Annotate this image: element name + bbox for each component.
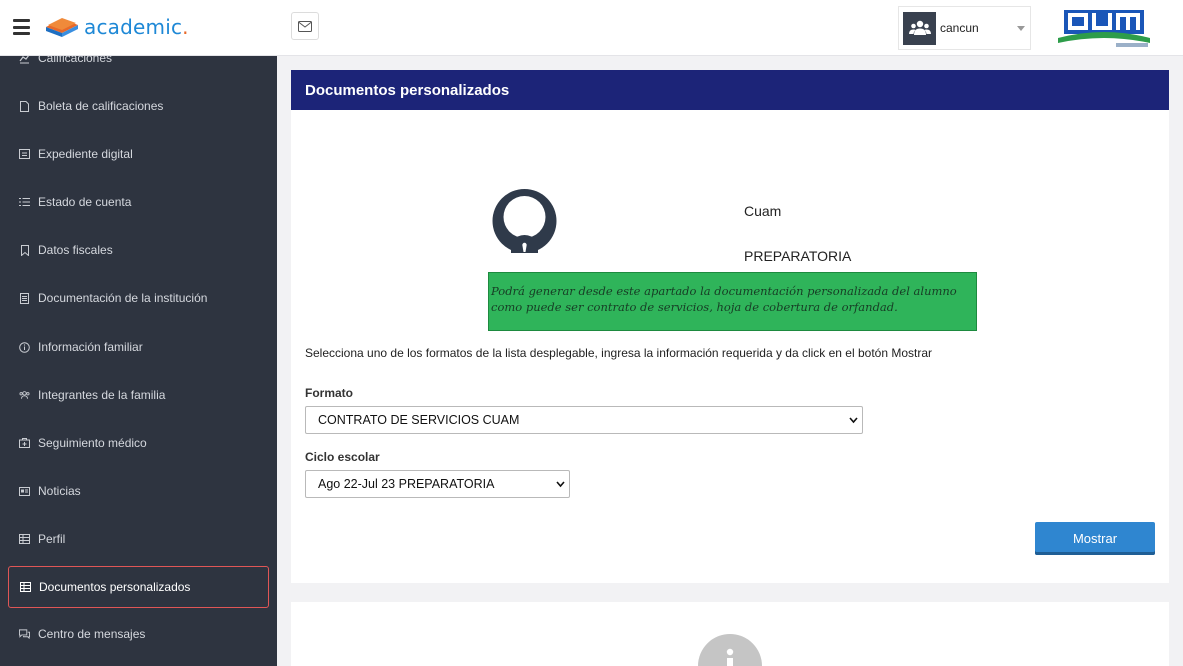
format-selected-value: CONTRATO DE SERVICIOS CUAM — [318, 413, 520, 427]
user-name: cancun — [940, 21, 979, 35]
sidebar-item-informacion-familiar[interactable]: Información familiar — [8, 326, 269, 368]
folder-icon — [19, 149, 30, 160]
documents-card: Documentos personalizados Cuam PREPARATO… — [291, 70, 1169, 583]
sidebar-item-label: Documentos personalizados — [39, 580, 191, 594]
top-bar: academic. cancun — [0, 0, 1183, 56]
table-icon — [19, 534, 30, 545]
app-logo[interactable]: academic. — [44, 14, 189, 40]
sidebar-item-seguimiento-medico[interactable]: Seguimiento médico — [8, 422, 269, 464]
sidebar-item-noticias[interactable]: Noticias — [8, 470, 269, 512]
sidebar-item-centro-de-mensajes[interactable]: Centro de mensajes — [8, 613, 269, 655]
sidebar-item-label: Datos fiscales — [38, 243, 113, 257]
users-icon — [19, 390, 30, 401]
list-icon — [19, 197, 30, 208]
sidebar-item-calificaciones[interactable]: Calificaciones — [8, 56, 269, 79]
newspaper-icon — [19, 486, 30, 497]
school-cycle-label: Ciclo escolar — [305, 450, 380, 464]
sidebar-item-boleta[interactable]: Boleta de calificaciones — [8, 85, 269, 127]
logo-book-icon — [46, 18, 78, 37]
envelope-icon — [298, 20, 312, 32]
info-icon — [19, 341, 30, 353]
results-card — [291, 602, 1169, 666]
chat-icon — [19, 629, 30, 640]
sidebar-item-label: Estado de cuenta — [38, 195, 132, 209]
instructions-text: Selecciona uno de los formatos de la lis… — [305, 346, 933, 360]
sidebar-item-estado-de-cuenta[interactable]: Estado de cuenta — [8, 181, 269, 223]
school-cycle-select[interactable]: Ago 22-Jul 23 PREPARATORIA — [305, 470, 570, 498]
format-select[interactable]: CONTRATO DE SERVICIOS CUAM — [305, 406, 863, 434]
sidebar-item-label: Seguimiento médico — [38, 436, 147, 450]
chevron-down-icon — [849, 417, 858, 424]
sidebar-item-documentos-personalizados[interactable]: Documentos personalizados — [8, 566, 269, 608]
mail-button[interactable] — [291, 12, 319, 40]
sidebar-item-label: Calificaciones — [38, 56, 113, 65]
institution-level: PREPARATORIA — [744, 248, 852, 264]
chevron-down-icon — [1017, 25, 1025, 31]
table-icon — [20, 582, 31, 593]
avatar-placeholder-icon — [698, 634, 762, 666]
sidebar-item-label: Centro de mensajes — [38, 627, 146, 641]
chevron-down-icon — [556, 481, 565, 488]
sidebar-item-label: Boleta de calificaciones — [38, 99, 164, 113]
institution-placeholder-icon — [492, 189, 557, 253]
institution-name: Cuam — [744, 203, 782, 219]
user-menu[interactable]: cancun — [898, 6, 1031, 50]
sidebar-item-integrantes[interactable]: Integrantes de la familia — [8, 374, 269, 416]
users-group-icon — [908, 20, 931, 35]
sidebar-item-label: Documentación de la institución — [38, 291, 208, 305]
menu-toggle-icon[interactable] — [13, 19, 30, 35]
document-icon — [19, 292, 30, 304]
show-button[interactable]: Mostrar — [1035, 522, 1155, 555]
info-notice: Podrá generar desde este apartado la doc… — [488, 272, 977, 331]
file-icon — [19, 100, 30, 112]
sidebar-item-label: Noticias — [38, 484, 81, 498]
school-logo — [1058, 10, 1150, 47]
sidebar-item-label: Información familiar — [38, 340, 143, 354]
page-title: Documentos personalizados — [305, 81, 510, 99]
chart-icon — [19, 56, 30, 64]
school-cycle-selected-value: Ago 22-Jul 23 PREPARATORIA — [318, 477, 495, 491]
logo-text: academic. — [84, 15, 189, 39]
bookmark-icon — [19, 244, 30, 256]
sidebar-item-label: Perfil — [38, 532, 66, 546]
card-header: Documentos personalizados — [291, 70, 1169, 110]
sidebar-item-label: Expediente digital — [38, 147, 133, 161]
user-avatar — [903, 11, 936, 45]
sidebar-item-expediente[interactable]: Expediente digital — [8, 133, 269, 175]
sidebar: Calificaciones Boleta de calificaciones … — [0, 56, 277, 666]
sidebar-item-documentacion[interactable]: Documentación de la institución — [8, 277, 269, 319]
sidebar-item-datos-fiscales[interactable]: Datos fiscales — [8, 229, 269, 271]
sidebar-item-perfil[interactable]: Perfil — [8, 518, 269, 560]
medical-icon — [19, 438, 30, 449]
sidebar-item-label: Integrantes de la familia — [38, 388, 166, 402]
format-label: Formato — [305, 386, 353, 400]
